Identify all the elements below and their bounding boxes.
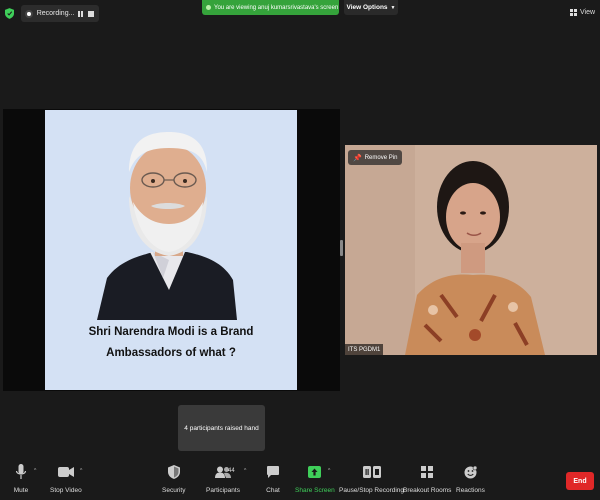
- share-screen-label: Share Screen: [295, 487, 335, 494]
- chat-label: Chat: [266, 487, 280, 494]
- view-button[interactable]: View: [570, 6, 598, 18]
- grid-icon: [570, 8, 577, 16]
- reactions-icon: [461, 464, 479, 480]
- share-options-chevron-icon[interactable]: ^: [328, 468, 330, 474]
- raised-hand-text: 4 participants raised hand: [184, 424, 259, 432]
- stop-video-button[interactable]: Stop Video: [50, 464, 82, 494]
- viewing-screen-banner: You are viewing anuj kumarsrivastava's s…: [202, 0, 339, 15]
- end-meeting-button[interactable]: End: [566, 472, 594, 490]
- breakout-rooms-button[interactable]: Breakout Rooms: [403, 464, 451, 494]
- presentation-slide: Shri Narendra Modi is a Brand Ambassador…: [45, 110, 297, 390]
- remove-pin-label: Remove Pin: [364, 154, 398, 161]
- microphone-icon: [12, 464, 30, 480]
- video-camera-icon: [57, 464, 75, 480]
- participants-options-chevron-icon[interactable]: ^: [244, 468, 246, 474]
- security-shield-icon: [165, 464, 183, 480]
- slide-line-2: Ambassadors of what ?: [106, 347, 236, 359]
- remove-pin-button[interactable]: 📌 Remove Pin: [348, 150, 403, 165]
- zoom-meeting-window: Recording... You are viewing anuj kumars…: [0, 0, 600, 500]
- pin-icon: 📌: [353, 154, 362, 162]
- portrait-image: [97, 132, 237, 320]
- security-label: Security: [162, 487, 186, 494]
- participant-name-tag: ITS PGDM1: [345, 344, 384, 355]
- chevron-down-icon: ▼: [390, 4, 396, 11]
- banner-text: You are viewing anuj kumarsrivastava's s…: [214, 4, 339, 11]
- status-dot-icon: [206, 5, 211, 10]
- mute-options-chevron-icon[interactable]: ^: [34, 468, 36, 474]
- reactions-label: Reactions: [456, 487, 485, 494]
- recording-label: Recording...: [36, 10, 75, 17]
- mute-button[interactable]: Mute: [12, 464, 30, 494]
- view-label: View: [580, 8, 596, 16]
- pause-stop-recording-label: Pause/Stop Recording: [339, 487, 405, 494]
- view-options-button[interactable]: View Options ▼: [344, 0, 398, 15]
- stop-video-label: Stop Video: [50, 487, 82, 494]
- recording-icon: [25, 9, 33, 18]
- meeting-toolbar: Mute ^ Stop Video ^ Security Participant…: [0, 458, 600, 500]
- share-screen-icon: [306, 464, 324, 480]
- view-options-label: View Options: [346, 4, 388, 11]
- chat-button[interactable]: Chat: [264, 464, 282, 494]
- breakout-rooms-label: Breakout Rooms: [403, 487, 452, 494]
- pause-stop-recording-button[interactable]: Pause/Stop Recording: [339, 464, 404, 494]
- participants-count: 44: [228, 468, 235, 474]
- breakout-rooms-icon: [418, 464, 436, 480]
- chat-icon: [264, 464, 282, 480]
- recording-pause-icon: [362, 464, 381, 480]
- security-button[interactable]: Security: [162, 464, 185, 494]
- stop-icon[interactable]: [87, 9, 95, 18]
- slide-question: Shri Narendra Modi is a Brand Ambassador…: [45, 322, 297, 364]
- participant-video-tile[interactable]: 📌 Remove Pin ITS PGDM1: [345, 145, 597, 355]
- participants-label: Participants: [206, 487, 240, 494]
- split-view-handle[interactable]: [340, 240, 343, 256]
- participant-video-image: [345, 145, 597, 355]
- mute-label: Mute: [13, 487, 29, 494]
- pause-icon[interactable]: [76, 9, 84, 18]
- shield-icon[interactable]: [5, 8, 14, 19]
- slide-line-1: Shri Narendra Modi is a Brand: [88, 326, 254, 338]
- video-options-chevron-icon[interactable]: ^: [80, 468, 82, 474]
- reactions-button[interactable]: Reactions: [456, 464, 485, 494]
- recording-indicator: Recording...: [21, 5, 99, 22]
- raised-hand-notification[interactable]: 4 participants raised hand: [178, 405, 265, 451]
